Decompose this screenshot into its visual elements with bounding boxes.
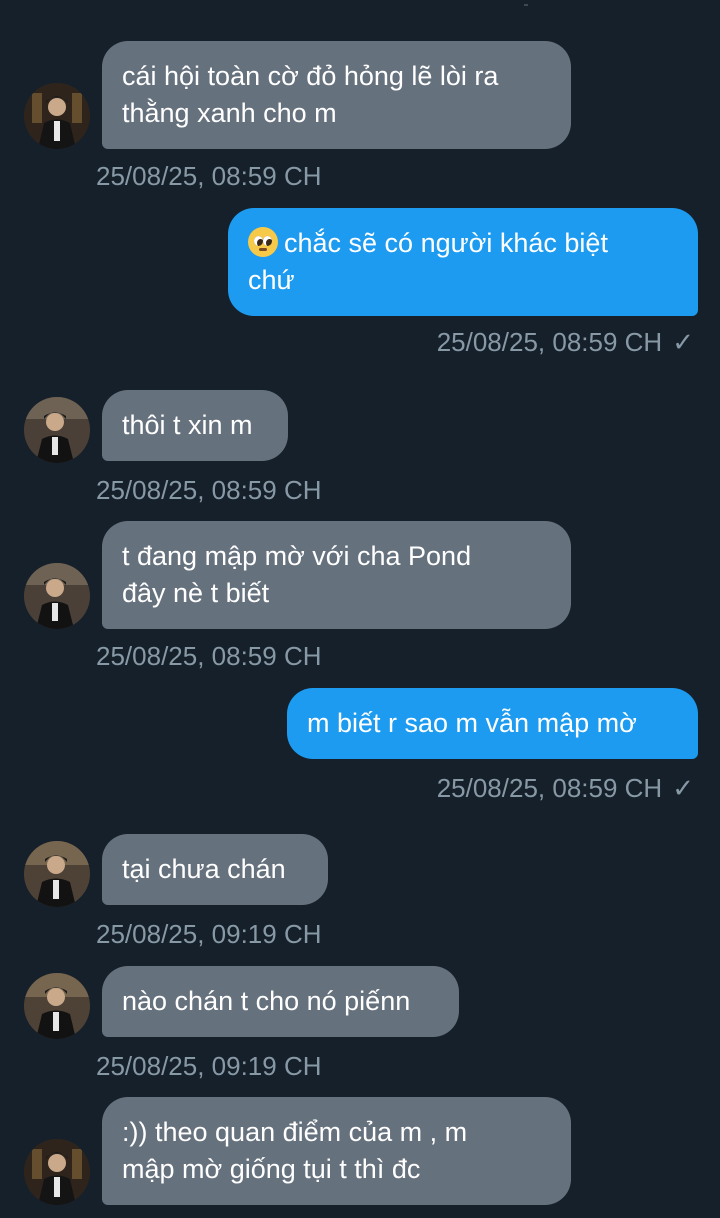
message-timestamp: 25/08/25, 08:59 CH [96,475,322,505]
message-line: nào chán t cho nó piếnn [122,986,411,1016]
contact-avatar[interactable] [24,563,90,629]
message-line: chứ [248,265,295,295]
message-line: mập mờ giống tụi t thì đc [122,1154,421,1184]
message-line: cái hội toàn cờ đỏ hỏng lẽ lòi ra [122,61,499,91]
incoming-message-bubble[interactable]: tại chưa chán [102,834,328,905]
pleading-face-emoji [248,227,278,257]
contact-avatar[interactable] [24,841,90,907]
incoming-message-bubble[interactable]: nào chán t cho nó piếnn [102,966,459,1037]
outgoing-message-bubble[interactable]: m biết r sao m vẫn mập mờ [287,688,698,759]
message-timestamp: 25/08/25, 09:19 CH [96,919,322,949]
contact-avatar[interactable] [24,973,90,1039]
check-icon: ✓ [672,773,694,803]
message-timestamp: 25/08/25, 08:59 CH ✓ [437,327,694,357]
message-thread: cái hội toàn cờ đỏ hỏng lẽ lòi ra thằng … [0,0,720,1218]
outgoing-message-bubble[interactable]: chắc sẽ có người khác biệt chứ [228,208,698,316]
incoming-message-bubble[interactable]: :)) theo quan điểm của m , m mập mờ giốn… [102,1097,571,1205]
incoming-message-bubble[interactable]: cái hội toàn cờ đỏ hỏng lẽ lòi ra thằng … [102,41,571,149]
message-line: thôi t xin m [122,410,253,440]
message-line: tại chưa chán [122,854,286,884]
contact-avatar[interactable] [24,83,90,149]
message-line: t đang mập mờ với cha Pond [122,541,472,571]
message-timestamp: 25/08/25, 08:59 CH [96,161,322,191]
message-line: chắc sẽ có người khác biệt [284,228,608,258]
message-timestamp: 25/08/25, 08:59 CH ✓ [437,773,694,803]
timestamp-text: 25/08/25, 08:59 CH [436,773,663,803]
status-indicator [524,4,528,6]
check-icon: ✓ [672,327,694,357]
incoming-message-bubble[interactable]: t đang mập mờ với cha Pond đây nè t biết [102,521,571,629]
timestamp-text: 25/08/25, 08:59 CH [436,327,663,357]
message-line: đây nè t biết [122,578,270,608]
message-timestamp: 25/08/25, 09:19 CH [96,1051,322,1081]
contact-avatar[interactable] [24,1139,90,1205]
message-timestamp: 25/08/25, 08:59 CH [96,641,322,671]
contact-avatar[interactable] [24,397,90,463]
message-line: m biết r sao m vẫn mập mờ [307,708,637,738]
message-line: thằng xanh cho m [122,98,337,128]
incoming-message-bubble[interactable]: thôi t xin m [102,390,288,461]
message-line: :)) theo quan điểm của m , m [122,1117,468,1147]
